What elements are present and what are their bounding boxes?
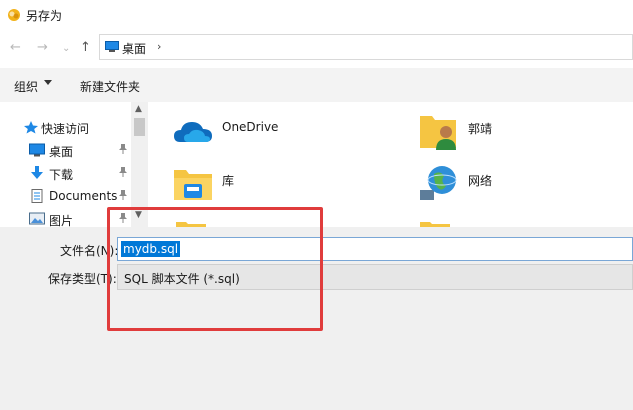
- title-bar: 另存为: [0, 0, 633, 30]
- list-item-partial[interactable]: [420, 216, 450, 227]
- sidebar-item-label: 下载: [49, 168, 74, 182]
- desktop-icon: [29, 143, 45, 157]
- save-as-app-icon: [8, 9, 20, 21]
- file-name: 库: [222, 174, 235, 188]
- folder-icon: [420, 222, 450, 227]
- recent-locations-button[interactable]: ⌄: [62, 41, 70, 57]
- star-icon: [24, 121, 38, 134]
- highlight-annotation-box: [107, 207, 323, 331]
- address-bar[interactable]: 桌面 ›: [99, 34, 633, 60]
- desktop-icon: [105, 41, 119, 52]
- list-item[interactable]: 库: [170, 160, 370, 206]
- sidebar-item-quick-access[interactable]: 快速访问: [0, 116, 150, 138]
- sidebar-item-label: Documents: [49, 189, 118, 203]
- sidebar-item-downloads[interactable]: 下载: [0, 162, 150, 184]
- library-folder-icon: [174, 170, 212, 200]
- window-title: 另存为: [26, 9, 63, 23]
- pictures-icon: [29, 212, 45, 225]
- user-folder-icon: [420, 116, 456, 150]
- list-item[interactable]: OneDrive: [170, 108, 370, 154]
- sidebar-item-documents[interactable]: Documents: [0, 185, 150, 207]
- network-globe-icon: [420, 166, 457, 200]
- forward-button[interactable]: →: [37, 40, 48, 56]
- pin-icon[interactable]: [117, 166, 129, 178]
- new-folder-button[interactable]: 新建文件夹: [80, 78, 140, 95]
- pin-icon[interactable]: [117, 143, 129, 155]
- organize-menu-button[interactable]: 组织: [14, 78, 38, 95]
- download-icon: [31, 166, 43, 179]
- onedrive-cloud-icon: [174, 122, 212, 142]
- list-item[interactable]: 郭靖: [416, 108, 616, 154]
- scroll-up-icon[interactable]: ▲: [135, 104, 142, 114]
- pin-icon[interactable]: [117, 189, 129, 201]
- chevron-down-icon[interactable]: [44, 80, 52, 85]
- list-item[interactable]: 网络: [416, 160, 616, 206]
- sidebar-item-label: 快速访问: [41, 122, 90, 136]
- breadcrumb-desktop[interactable]: 桌面: [122, 40, 146, 57]
- up-button[interactable]: ↑: [80, 40, 91, 56]
- breadcrumb-chevron-icon[interactable]: ›: [157, 40, 161, 53]
- command-toolbar: 组织 新建文件夹: [0, 68, 633, 102]
- file-name: 郭靖: [468, 122, 493, 136]
- back-button[interactable]: ←: [10, 40, 21, 56]
- document-icon: [31, 189, 43, 203]
- sidebar-item-desktop[interactable]: 桌面: [0, 139, 150, 161]
- file-name: OneDrive: [222, 120, 279, 134]
- sidebar-item-label: 桌面: [49, 145, 74, 159]
- scrollbar-thumb[interactable]: [134, 118, 145, 136]
- file-name: 网络: [468, 174, 493, 188]
